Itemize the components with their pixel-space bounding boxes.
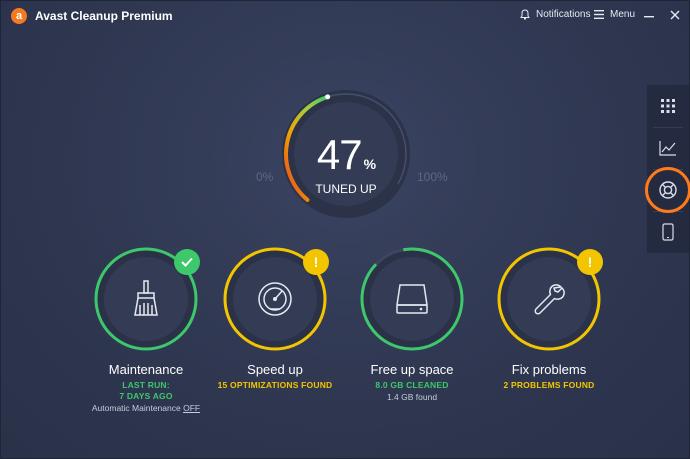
help-highlight-ring bbox=[645, 167, 690, 213]
logo-letter: a bbox=[15, 9, 23, 22]
grid-icon bbox=[661, 99, 675, 113]
close-icon bbox=[670, 10, 680, 20]
warning-badge: ! bbox=[303, 249, 329, 275]
fix-problems-ring: ! bbox=[495, 245, 603, 353]
free-up-space-card[interactable]: Free up space 8.0 GB CLEANED 1.4 GB foun… bbox=[347, 245, 477, 402]
maintenance-title: Maintenance bbox=[108, 362, 184, 377]
app-window: a Avast Cleanup Premium Notifications Me… bbox=[0, 0, 690, 459]
speed-up-ring: ! bbox=[221, 245, 329, 353]
free-up-space-title: Free up space bbox=[370, 362, 454, 377]
menu-label: Menu bbox=[610, 9, 636, 20]
speedometer-icon bbox=[258, 282, 292, 316]
performance-button[interactable] bbox=[647, 127, 689, 169]
close-button[interactable] bbox=[668, 7, 682, 23]
speed-up-card[interactable]: ! Speed up 15 OPTIMIZATIONS FOUND bbox=[210, 245, 340, 390]
gauge-min-label: 0% bbox=[256, 170, 274, 184]
free-up-space-status: 8.0 GB CLEANED bbox=[375, 380, 449, 390]
hard-drive-icon bbox=[396, 284, 428, 314]
gauge-value: 47 bbox=[316, 131, 363, 178]
minimize-button[interactable] bbox=[642, 7, 656, 23]
mobile-button[interactable] bbox=[647, 211, 689, 253]
notifications-label: Notifications bbox=[536, 9, 591, 20]
fix-problems-title: Fix problems bbox=[511, 362, 587, 377]
chart-icon bbox=[659, 141, 676, 156]
speed-up-status: 15 OPTIMIZATIONS FOUND bbox=[217, 380, 333, 390]
phone-icon bbox=[662, 223, 674, 241]
warning-icon: ! bbox=[587, 254, 593, 270]
maintenance-ring bbox=[92, 245, 200, 353]
free-up-space-found: 1.4 GB found bbox=[386, 392, 438, 402]
broom-icon bbox=[134, 280, 158, 316]
check-icon bbox=[181, 257, 193, 267]
wrench-icon bbox=[534, 284, 565, 315]
fix-problems-card[interactable]: ! Fix problems 2 PROBLEMS FOUND bbox=[484, 245, 614, 390]
menu-button[interactable]: Menu bbox=[594, 9, 635, 20]
maintenance-last-run: 7 DAYS AGO bbox=[119, 391, 173, 401]
fix-problems-status: 2 PROBLEMS FOUND bbox=[503, 380, 595, 390]
maintenance-card[interactable]: Maintenance LAST RUN: 7 DAYS AGO Automat… bbox=[81, 245, 211, 413]
warning-icon: ! bbox=[313, 254, 319, 270]
app-title: Avast Cleanup Premium bbox=[35, 9, 173, 23]
warning-badge: ! bbox=[577, 249, 603, 275]
tuned-up-gauge: 47% TUNED UP bbox=[271, 79, 421, 229]
notifications-button[interactable]: Notifications bbox=[520, 9, 590, 20]
avast-logo-icon: a bbox=[11, 8, 27, 24]
minimize-icon bbox=[644, 16, 654, 18]
hamburger-icon bbox=[594, 10, 604, 19]
auto-maintenance-label: Automatic Maintenance bbox=[91, 403, 181, 413]
auto-maintenance-toggle-link[interactable]: OFF bbox=[183, 403, 200, 413]
speed-up-title: Speed up bbox=[247, 362, 303, 377]
auto-maintenance-text: Automatic Maintenance OFF bbox=[81, 403, 211, 413]
gauge-unit: % bbox=[363, 156, 376, 172]
free-up-space-ring bbox=[358, 245, 466, 353]
gauge-caption: TUNED UP bbox=[315, 182, 377, 196]
gauge-percentage: 47% bbox=[271, 131, 421, 179]
dashboard-button[interactable] bbox=[647, 85, 689, 127]
bell-icon bbox=[520, 9, 530, 20]
gauge-max-label: 100% bbox=[417, 170, 448, 184]
title-bar: a Avast Cleanup Premium Notifications Me… bbox=[1, 1, 689, 31]
maintenance-status: LAST RUN: bbox=[122, 380, 170, 390]
check-badge bbox=[174, 249, 200, 275]
